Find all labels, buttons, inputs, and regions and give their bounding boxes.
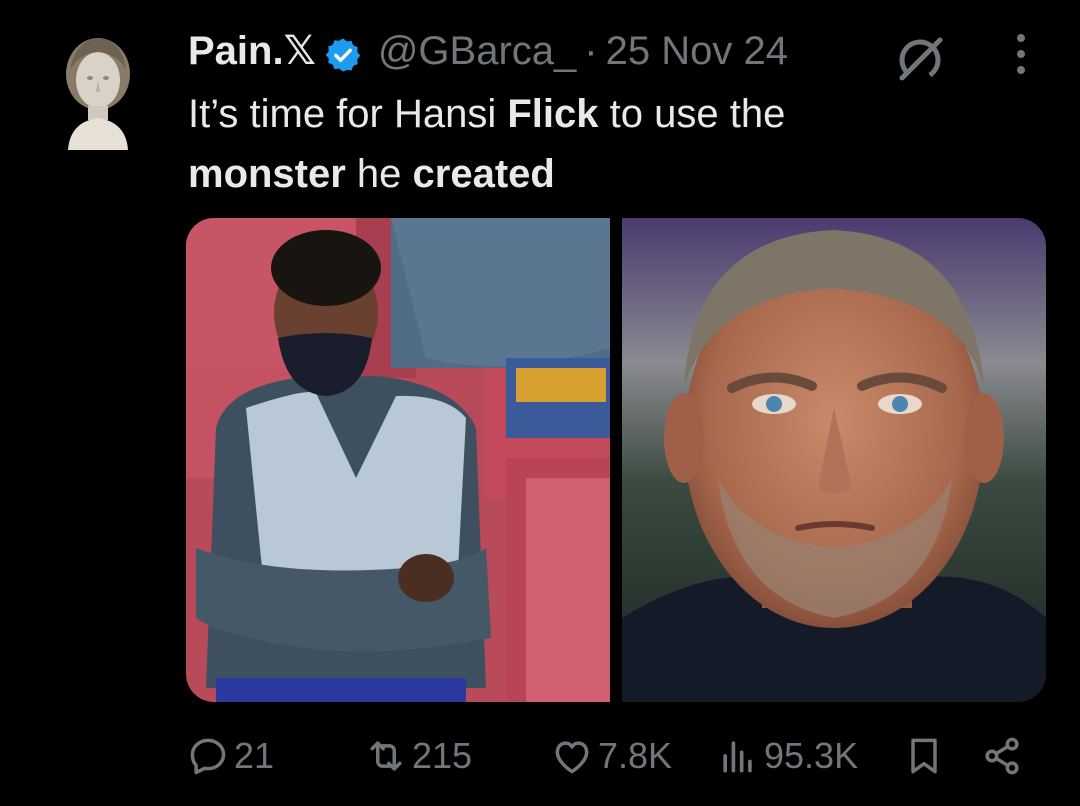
tweet-text-bold: created [412,152,555,196]
tweet-text-segment: It’s time for Hansi [188,92,508,136]
repost-button[interactable]: 215 [364,726,472,786]
grok-icon[interactable] [892,32,948,88]
views-button[interactable]: 95.3K [716,726,858,786]
views-count: 95.3K [764,735,859,776]
bookmark-icon [911,738,937,774]
separator-dot: · [584,29,598,73]
tweet-text: It’s time for Hansi Flick to use the mon… [188,84,1048,204]
tweet-text-segment: he [345,152,413,196]
tweet-media[interactable] [186,218,1046,702]
like-icon [555,741,589,774]
share-icon [985,737,1019,775]
like-button[interactable]: 7.8K [550,726,672,786]
photo-coach-portrait[interactable] [622,218,1046,702]
avatar[interactable] [56,30,140,154]
reply-icon [190,738,226,775]
reply-button[interactable]: 21 [186,726,274,786]
like-count: 7.8K [598,735,673,776]
bookmark-button[interactable] [902,726,946,786]
action-bar: 21 215 7.8K 95.3K [186,726,1046,786]
tweet-text-bold: monster [188,152,346,196]
tweet-text-segment: to use the [598,92,786,136]
tweet-date[interactable]: 25 Nov 24 [606,22,788,80]
more-icon[interactable] [1006,30,1036,78]
user-handle[interactable]: @GBarca_ [378,22,576,80]
share-button[interactable] [980,726,1024,786]
tweet-text-bold: Flick [507,92,599,136]
tweet-header: Pain.𝕏 @GBarca_ · 25 Nov 24 [188,22,788,80]
verified-badge-icon[interactable] [324,32,362,72]
views-icon [723,741,752,773]
reply-count: 21 [234,735,275,776]
photo-player-bench[interactable] [186,218,610,702]
display-name[interactable]: Pain.𝕏 [188,22,316,80]
tweet[interactable]: Pain.𝕏 @GBarca_ · 25 Nov 24 It’s time fo… [0,0,1080,806]
repost-count: 215 [412,735,473,776]
repost-icon [370,741,402,771]
